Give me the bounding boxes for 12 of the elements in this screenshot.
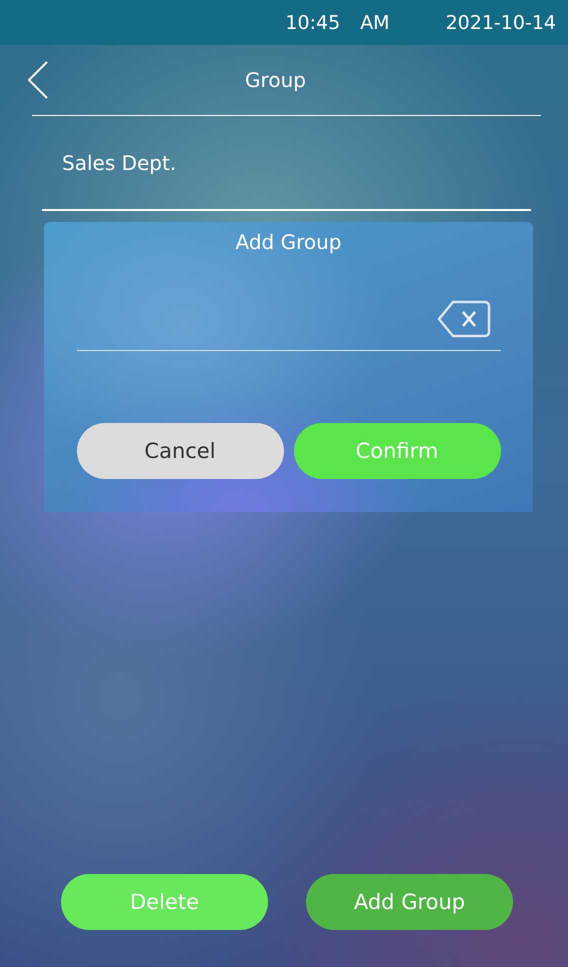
clock-meridiem: AM xyxy=(360,12,390,34)
back-icon xyxy=(26,60,50,100)
confirm-button[interactable]: Confirm xyxy=(294,423,500,479)
delete-button[interactable]: Delete xyxy=(61,874,268,930)
page-title: Group xyxy=(244,68,307,92)
cancel-button[interactable]: Cancel xyxy=(76,423,284,479)
group-name[interactable]: Sales Dept. xyxy=(62,150,176,174)
clock-time: 10:45 xyxy=(285,12,340,34)
backspace-icon[interactable] xyxy=(436,300,490,338)
dialog-title: Add Group xyxy=(236,230,342,254)
add-group-button[interactable]: Add Group xyxy=(306,874,513,930)
date-text: 2021-10-14 xyxy=(446,12,556,34)
